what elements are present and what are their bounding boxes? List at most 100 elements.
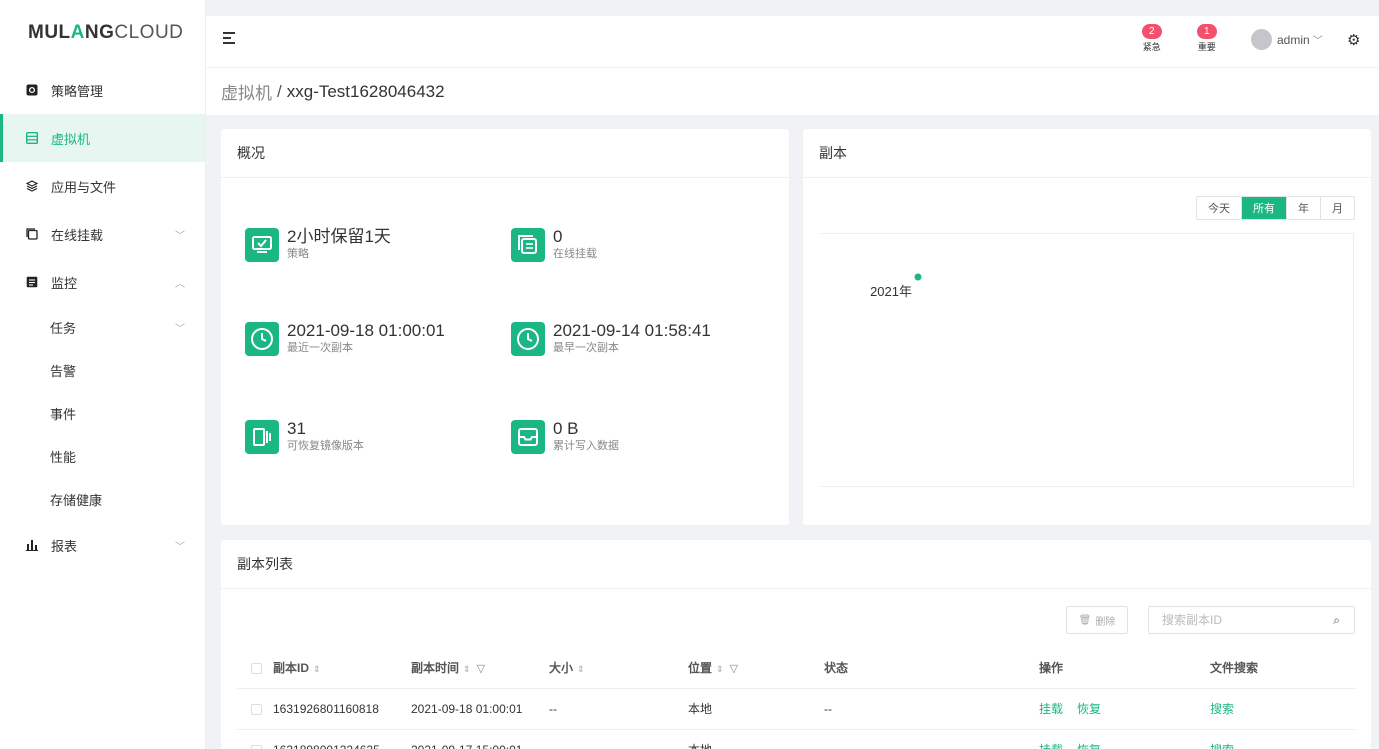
sidebar-item-apps-files[interactable]: 应用与文件 [0, 162, 205, 210]
sort-icon[interactable]: ⇕ [577, 664, 585, 674]
important-alerts[interactable]: 1 重要 [1197, 24, 1217, 53]
sort-icon[interactable]: ⇕ [716, 664, 724, 674]
sidebar-item-label: 存储健康 [50, 493, 103, 508]
table-row: 1631926801160818 2021-09-18 01:00:01 -- … [237, 688, 1356, 730]
filter-icon[interactable]: ▽ [477, 663, 485, 675]
search-icon[interactable]: ⌕ [1333, 613, 1340, 628]
tab-all[interactable]: 所有 [1241, 197, 1286, 219]
col-size[interactable]: 大小 ⇕ [549, 647, 688, 689]
col-location[interactable]: 位置 ⇕ ▽ [688, 647, 824, 689]
tab-year[interactable]: 年 [1286, 197, 1320, 219]
chart-point-label: 2021年 [870, 284, 912, 299]
col-label: 位置 [688, 660, 713, 675]
sidebar-item-label: 任务 [50, 321, 77, 336]
chevron-down-icon: ﹀ [1312, 36, 1323, 47]
sidebar-item-events[interactable]: 事件 [0, 392, 205, 435]
chevron-down-icon: ﹀ [175, 541, 185, 553]
sidebar-item-reports[interactable]: 报表 ﹀ [0, 521, 205, 569]
sidebar-item-monitor[interactable]: 监控 ︿ [0, 258, 205, 306]
stat-latest-replica: 2021-09-18 01:00:01 最近一次副本 [245, 321, 445, 356]
select-all-checkbox[interactable] [251, 662, 262, 674]
delete-label: 删除 [1095, 616, 1116, 628]
restore-link[interactable]: 恢复 [1077, 702, 1101, 716]
stat-label: 最早一次副本 [553, 342, 619, 354]
row-checkbox[interactable] [251, 744, 262, 749]
sidebar-item-online-mount[interactable]: 在线挂载 ﹀ [0, 210, 205, 258]
breadcrumb-parent[interactable]: 虚拟机 [221, 79, 272, 104]
sidebar-item-storage-health[interactable]: 存储健康 [0, 478, 205, 521]
stat-label: 策略 [287, 248, 309, 260]
restore-link[interactable]: 恢复 [1077, 743, 1101, 749]
username: admin [1277, 32, 1310, 47]
bar-chart-icon [26, 539, 38, 551]
replica-title: 副本 [803, 129, 1371, 178]
inbox-icon [511, 420, 545, 454]
logo-text-4: CLOUD [114, 22, 184, 43]
chart-point[interactable] [914, 273, 922, 281]
sidebar-item-label: 应用与文件 [51, 179, 117, 195]
row-checkbox[interactable] [251, 703, 262, 715]
col-label: 副本ID [273, 660, 310, 675]
sort-icon[interactable]: ⇕ [463, 664, 471, 674]
sort-icon[interactable]: ⇕ [313, 664, 321, 674]
stat-label: 累计写入数据 [553, 440, 619, 452]
logo-text-3: NG [84, 22, 115, 43]
filter-icon[interactable]: ▽ [730, 663, 738, 675]
replica-table: 副本ID ⇕ 副本时间 ⇕ ▽ 大小 ⇕ 位置 ⇕ ▽ 状态 操作 文件搜索 1631926… [237, 647, 1356, 749]
col-time[interactable]: 副本时间 ⇕ ▽ [411, 647, 549, 689]
col-label: 文件搜索 [1210, 660, 1259, 675]
urgent-count-badge: 2 [1142, 24, 1162, 39]
logo-text-1: MUL [28, 22, 71, 43]
sidebar-item-label: 告警 [50, 364, 77, 379]
mount-list-icon [511, 228, 545, 262]
col-id[interactable]: 副本ID ⇕ [273, 647, 411, 689]
tab-today[interactable]: 今天 [1197, 197, 1241, 219]
file-search-link[interactable]: 搜索 [1210, 702, 1234, 716]
mount-link[interactable]: 挂载 [1039, 702, 1063, 716]
replica-panel: 副本 今天 所有 年 月 2021年 [803, 129, 1371, 525]
sidebar: MUL A NG CLOUD 策略管理 虚拟机 应用与文件 在线挂载 ﹀ 监控 … [0, 0, 206, 749]
row-checkbox-cell [237, 688, 273, 730]
table-row: 1631898001224625 2021-09-17 15:00:01 -- … [237, 729, 1356, 749]
table-header-row: 副本ID ⇕ 副本时间 ⇕ ▽ 大小 ⇕ 位置 ⇕ ▽ 状态 操作 文件搜索 [237, 647, 1356, 689]
urgent-alerts[interactable]: 2 紧急 [1142, 24, 1162, 53]
sidebar-item-performance[interactable]: 性能 [0, 435, 205, 478]
sidebar-item-label: 策略管理 [51, 83, 104, 99]
tab-month[interactable]: 月 [1320, 197, 1354, 219]
sidebar-item-vm[interactable]: 虚拟机 [0, 114, 205, 162]
server-icon [26, 132, 38, 144]
cell-actions: 挂载 恢复 [1039, 729, 1210, 749]
cell-size: -- [549, 688, 688, 730]
important-label: 重要 [1197, 42, 1216, 52]
stat-label: 最近一次副本 [287, 342, 353, 354]
file-search-link[interactable]: 搜索 [1210, 743, 1234, 749]
cell-status: -- [824, 729, 1039, 749]
stat-policy: 2小时保留1天 策略 [245, 227, 391, 262]
col-status: 状态 [824, 647, 1039, 689]
replica-chart-svg: 2021年 [870, 273, 922, 299]
sidebar-item-policy[interactable]: 策略管理 [0, 66, 205, 114]
collapse-menu-icon[interactable] [223, 32, 237, 46]
sidebar-item-alerts[interactable]: 告警 [0, 349, 205, 392]
urgent-label: 紧急 [1142, 42, 1161, 52]
col-label: 状态 [824, 660, 849, 675]
cell-size: -- [549, 729, 688, 749]
sidebar-item-label: 监控 [51, 275, 78, 291]
clock-icon [245, 322, 279, 356]
col-label: 副本时间 [411, 660, 460, 675]
search-input[interactable] [1162, 613, 1322, 627]
user-menu[interactable]: admin ﹀ [1251, 29, 1323, 50]
logo: MUL A NG CLOUD [0, 0, 205, 66]
search-field[interactable]: ⌕ [1148, 606, 1355, 634]
sidebar-item-label: 虚拟机 [51, 131, 91, 147]
stat-earliest-replica: 2021-09-14 01:58:41 最早一次副本 [511, 321, 711, 356]
replica-list-title: 副本列表 [221, 540, 1371, 589]
top-header: 2 紧急 1 重要 admin ﹀ ⚙ [206, 16, 1379, 68]
logo-text-2: A [70, 22, 85, 43]
cell-actions: 挂载恢复 [1039, 688, 1210, 730]
mount-link[interactable]: 挂载 [1039, 743, 1063, 749]
delete-button[interactable]: 🗑 删除 [1066, 606, 1128, 634]
settings-icon[interactable]: ⚙ [1347, 31, 1360, 49]
sidebar-item-tasks[interactable]: 任务 ﹀ [0, 306, 205, 349]
breadcrumb: 虚拟机 / xxg-Test1628046432 [206, 68, 1379, 115]
